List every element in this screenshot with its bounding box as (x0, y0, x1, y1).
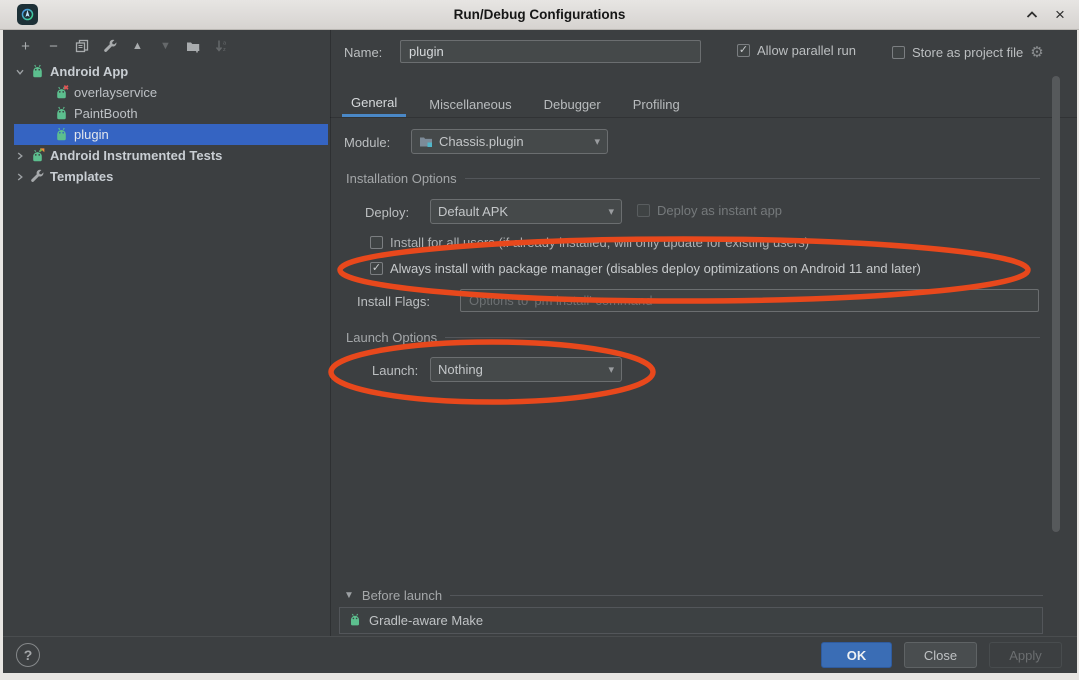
chevron-down-icon: ▾ (608, 205, 614, 218)
tree-item-paintbooth[interactable]: PaintBooth (14, 103, 328, 124)
store-as-project-file-label: Store as project file (912, 45, 1023, 60)
tree-item-label: PaintBooth (74, 106, 138, 121)
installation-options-section: Installation Options (346, 171, 1040, 186)
section-title: Launch Options (346, 330, 437, 345)
tree-item-label: Android App (50, 64, 128, 79)
tree-item-label: Android Instrumented Tests (50, 148, 222, 163)
module-folder-icon (419, 136, 433, 148)
wrench-icon (30, 169, 45, 184)
tree-item-label: overlayservice (74, 85, 157, 100)
section-title: Installation Options (346, 171, 457, 186)
help-icon: ? (24, 647, 33, 663)
tree-item-android-instrumented-tests[interactable]: Android Instrumented Tests (14, 145, 328, 166)
install-for-all-users-checkbox[interactable]: ✓ Install for all users (if already inst… (370, 235, 809, 250)
module-dropdown[interactable]: Chassis.plugin ▾ (411, 129, 608, 154)
close-window-button[interactable]: × (1049, 6, 1071, 24)
deploy-as-instant-app-label: Deploy as instant app (657, 203, 782, 218)
chevron-down-icon: ▾ (608, 363, 614, 376)
vertical-scrollbar[interactable] (1052, 76, 1060, 532)
bottom-bar: ? OK Close Apply (3, 636, 1077, 673)
check-icon: ✓ (372, 263, 381, 274)
name-input[interactable]: plugin (400, 40, 701, 63)
install-flags-label: Install Flags: (357, 294, 430, 309)
section-line (445, 337, 1040, 338)
android-test-icon (30, 148, 45, 163)
tabs-divider (330, 117, 1079, 118)
chevron-right-icon[interactable] (14, 152, 25, 160)
gear-icon[interactable]: ⚙ (1030, 43, 1043, 61)
checkbox-unchecked[interactable]: ✓ (637, 204, 650, 217)
checkbox-checked[interactable]: ✓ (370, 262, 383, 275)
android-icon (30, 64, 45, 79)
close-button[interactable]: Close (904, 642, 977, 668)
section-line (465, 178, 1040, 179)
chevron-down-icon[interactable] (14, 69, 25, 75)
android-icon (54, 127, 69, 142)
chevron-down-icon: ▾ (594, 135, 600, 148)
store-as-project-file-checkbox[interactable]: ✓ Store as project file ⚙ (892, 43, 1044, 61)
close-icon: × (1055, 8, 1065, 22)
section-line (450, 595, 1043, 596)
tree-item-overlayservice[interactable]: overlayservice (14, 82, 328, 103)
checkbox-unchecked[interactable]: ✓ (892, 46, 905, 59)
launch-value: Nothing (438, 362, 483, 377)
ok-button[interactable]: OK (821, 642, 892, 668)
apply-button-disabled: Apply (989, 642, 1062, 668)
allow-parallel-run-label: Allow parallel run (757, 43, 856, 58)
always-install-label: Always install with package manager (dis… (390, 261, 921, 276)
titlebar: Run/Debug Configurations (0, 0, 1079, 30)
module-value: Chassis.plugin (439, 134, 524, 149)
config-tabs: General Miscellaneous Debugger Profiling (342, 91, 703, 118)
install-flags-input[interactable]: Options to 'pm install' command (460, 289, 1039, 312)
run-debug-configurations-dialog: Run/Debug Configurations × + − ▲ ▼ az (0, 0, 1079, 680)
tree-item-templates[interactable]: Templates (14, 166, 328, 187)
task-label: Gradle-aware Make (369, 613, 483, 628)
always-install-with-package-manager-checkbox[interactable]: ✓ Always install with package manager (d… (370, 261, 921, 276)
triangle-down-icon[interactable]: ▼ (344, 590, 354, 601)
checkbox-unchecked[interactable]: ✓ (370, 236, 383, 249)
name-label: Name: (344, 45, 382, 60)
deploy-value: Default APK (438, 204, 508, 219)
tab-miscellaneous[interactable]: Miscellaneous (420, 91, 520, 117)
android-icon (54, 106, 69, 121)
allow-parallel-run-checkbox[interactable]: ✓ Allow parallel run (737, 43, 856, 58)
install-for-all-users-label: Install for all users (if already instal… (390, 235, 809, 250)
desktop-edge-bottom (0, 673, 1079, 680)
deploy-label: Deploy: (365, 205, 409, 220)
launch-dropdown[interactable]: Nothing ▾ (430, 357, 622, 382)
tab-general[interactable]: General (342, 91, 406, 117)
check-icon: ✓ (739, 45, 748, 56)
tree-item-android-app[interactable]: Android App (14, 61, 328, 82)
deploy-dropdown[interactable]: Default APK ▾ (430, 199, 622, 224)
tree-item-plugin-selected[interactable]: plugin (14, 124, 328, 145)
tree-item-label: Templates (50, 169, 113, 184)
desktop-edge-left (0, 30, 3, 673)
configurations-tree: Android App overlayservice PaintBooth pl… (0, 30, 330, 636)
before-launch-task-gradle-aware-make[interactable]: Gradle-aware Make (339, 607, 1043, 634)
install-flags-placeholder: Options to 'pm install' command (469, 293, 652, 308)
module-label: Module: (344, 135, 390, 150)
chevron-right-icon[interactable] (14, 173, 25, 181)
tab-profiling[interactable]: Profiling (624, 91, 689, 117)
tree-item-label: plugin (74, 127, 109, 142)
before-launch-section: ▼ Before launch (344, 588, 1043, 603)
checkbox-checked[interactable]: ✓ (737, 44, 750, 57)
dialog-title: Run/Debug Configurations (454, 7, 626, 22)
tab-debugger[interactable]: Debugger (535, 91, 610, 117)
android-icon (348, 613, 363, 628)
collapse-window-button[interactable] (1021, 6, 1043, 24)
name-value: plugin (409, 44, 444, 59)
help-button[interactable]: ? (16, 643, 40, 667)
launch-label: Launch: (372, 363, 418, 378)
android-studio-icon (17, 4, 38, 25)
panel-divider (330, 30, 331, 636)
section-title: Before launch (362, 588, 442, 603)
launch-options-section: Launch Options (346, 330, 1040, 345)
deploy-as-instant-app-checkbox[interactable]: ✓ Deploy as instant app (637, 203, 782, 218)
android-error-icon (54, 85, 69, 100)
